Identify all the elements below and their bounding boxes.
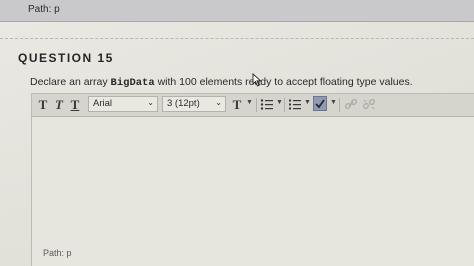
italic-label: T — [55, 96, 63, 112]
editor-toolbar: T T T Arial ⌄ 3 (12pt) ⌄ T ▼ ▼ ▼ ▼ — [32, 94, 474, 117]
toolbar-separator — [339, 98, 340, 112]
numbered-list-caret-icon[interactable]: ▼ — [304, 99, 311, 106]
text-color-caret-icon[interactable]: ▼ — [246, 99, 253, 106]
editor-text-area[interactable] — [32, 117, 474, 266]
font-size-value: 3 (12pt) — [167, 98, 200, 109]
font-family-value: Arial — [93, 98, 113, 109]
toolbar-separator — [256, 98, 257, 112]
text-color-label: T — [232, 96, 242, 112]
unlink-icon[interactable] — [362, 98, 376, 111]
previous-path-text: Path: p — [28, 4, 60, 15]
question-heading: QUESTION 15 — [18, 51, 114, 65]
mouse-pointer-icon — [252, 73, 262, 87]
prompt-code-word: BigData — [110, 77, 155, 89]
prompt-text-after: with 100 elements ready to accept floati… — [154, 76, 413, 88]
bullet-list-icon[interactable] — [260, 98, 274, 111]
italic-button[interactable]: T — [53, 96, 65, 113]
question-prompt: Declare an array BigData with 100 elemen… — [30, 76, 413, 89]
bullet-list-caret-icon[interactable]: ▼ — [276, 99, 283, 106]
numbered-list-icon[interactable] — [288, 98, 302, 111]
underline-button[interactable]: T — [69, 96, 81, 113]
editor-path-text: Path: p — [43, 248, 72, 258]
underline-label: T — [70, 96, 80, 112]
toolbar-separator — [284, 98, 285, 112]
chevron-down-icon: ⌄ — [147, 98, 154, 107]
link-icon[interactable] — [344, 98, 358, 111]
bold-button[interactable]: T — [37, 96, 49, 113]
previous-path-bar: Path: p — [0, 0, 474, 22]
spellcheck-button[interactable] — [313, 96, 327, 111]
font-family-select[interactable]: Arial ⌄ — [88, 96, 158, 112]
bold-label: T — [38, 96, 48, 112]
spellcheck-icon — [315, 99, 325, 109]
chevron-down-icon: ⌄ — [215, 98, 222, 107]
text-color-button[interactable]: T — [231, 96, 243, 113]
question-divider — [0, 38, 474, 39]
answer-editor: T T T Arial ⌄ 3 (12pt) ⌄ T ▼ ▼ ▼ ▼ — [31, 93, 474, 266]
font-size-select[interactable]: 3 (12pt) ⌄ — [162, 96, 226, 112]
prompt-text-before: Declare an array — [30, 76, 111, 88]
spellcheck-caret-icon[interactable]: ▼ — [330, 99, 337, 106]
